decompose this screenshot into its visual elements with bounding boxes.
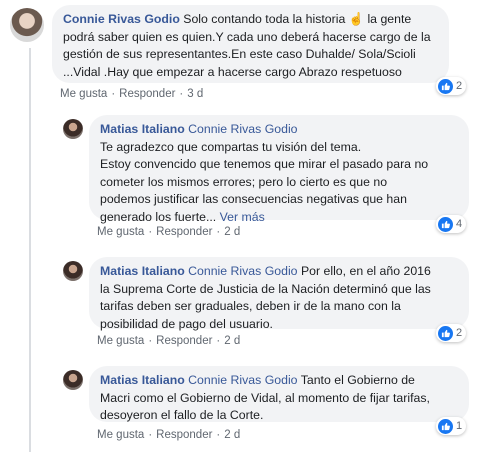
comment-text: tarifas deben ser graduales, deben ir de… (100, 299, 401, 313)
separator: · (216, 429, 221, 441)
comment-text: cometer los mismos errores; pero lo cier… (100, 174, 388, 189)
like-link[interactable]: Me gusta (97, 429, 144, 441)
separator: · (148, 429, 153, 441)
comment-bubble: Matias Italiano Connie Rivas Godio Tanto… (89, 366, 469, 422)
comment-bubble: Matias Italiano Connie Rivas Godio Te ag… (89, 115, 469, 224)
comment-text: Por ello, en el año 2016 (300, 264, 431, 278)
comment-text: la gente (367, 12, 412, 26)
avatar[interactable] (63, 370, 83, 390)
comment-actions: Me gusta · Responder · 3 d (60, 88, 203, 100)
reaction-number: 2 (456, 80, 463, 92)
comment-text: Te agradezco que compartas tu visión del… (100, 139, 362, 154)
reply-link[interactable]: Responder (156, 429, 212, 441)
mention-link[interactable]: Connie Rivas Godio (188, 373, 297, 387)
see-more-link[interactable]: Ver más (220, 210, 265, 224)
comment-text: Estoy convencido que tenemos que mirar e… (100, 157, 429, 171)
comment-bubble: Matias Italiano Connie Rivas Godio Por e… (89, 257, 469, 331)
like-link[interactable]: Me gusta (97, 226, 144, 238)
comment-text: Solo contando toda la historia (183, 12, 346, 26)
comment-text: Tanto el Gobierno de (300, 373, 415, 387)
comment-actions: Me gusta · Responder · 2 d (97, 429, 240, 441)
timestamp[interactable]: 2 d (224, 335, 240, 347)
mention-link[interactable]: Connie Rivas Godio (188, 122, 297, 136)
like-link[interactable]: Me gusta (60, 88, 107, 100)
thumbs-up-icon (438, 216, 453, 232)
avatar[interactable] (10, 8, 44, 42)
comment-author[interactable]: Connie Rivas Godio (63, 12, 180, 26)
comment-bubble: Connie Rivas Godio Solo contando toda la… (52, 5, 449, 83)
reaction-count[interactable]: 1 (436, 417, 467, 435)
timestamp[interactable]: 2 d (224, 429, 240, 441)
reaction-number: 2 (456, 327, 463, 339)
comment-actions: Me gusta · Responder · 2 d (97, 226, 240, 238)
separator: · (216, 226, 221, 238)
comment-text: generado los fuerte... (100, 209, 217, 224)
thread-line (29, 48, 31, 452)
thumbs-up-icon (438, 418, 453, 434)
pointing-up-emoji: ☝ (348, 12, 365, 26)
avatar[interactable] (63, 261, 83, 281)
comment-text: Macri como el Gobierno de Vidal, al mome… (100, 390, 430, 405)
reaction-count[interactable]: 2 (436, 324, 467, 342)
separator: · (111, 88, 116, 100)
reaction-number: 4 (456, 218, 463, 230)
comment-text: desoyeron el fallo de la Corte. (100, 408, 264, 422)
comment-text: podrá saber quien es quien.Y cada uno de… (63, 29, 431, 44)
comment-actions: Me gusta · Responder · 2 d (97, 335, 240, 347)
comment-text: la Suprema Corte de Justicia de la Nació… (100, 281, 431, 296)
comment-author[interactable]: Matias Italiano (100, 122, 185, 136)
separator: · (148, 335, 153, 347)
reply-link[interactable]: Responder (156, 226, 212, 238)
avatar[interactable] (63, 119, 83, 139)
mention-link[interactable]: Connie Rivas Godio (188, 264, 297, 278)
separator: · (179, 88, 184, 100)
comment-author[interactable]: Matias Italiano (100, 264, 185, 278)
reaction-number: 1 (456, 420, 463, 432)
reply-link[interactable]: Responder (119, 88, 175, 100)
timestamp[interactable]: 3 d (187, 88, 203, 100)
separator: · (216, 335, 221, 347)
like-link[interactable]: Me gusta (97, 335, 144, 347)
comment-text: gestión de sus representantes.En este ca… (63, 47, 416, 61)
timestamp[interactable]: 2 d (224, 226, 240, 238)
comment-author[interactable]: Matias Italiano (100, 373, 185, 387)
comment-text: posibilidad de pago del usuario. (100, 316, 273, 331)
thumbs-up-icon (438, 325, 453, 341)
thumbs-up-icon (438, 78, 453, 94)
separator: · (148, 226, 153, 238)
reaction-count[interactable]: 4 (436, 215, 467, 233)
comment-text: podemos justificar las consecuencias neg… (100, 192, 407, 206)
reply-link[interactable]: Responder (156, 335, 212, 347)
comment-text: ...Vidal .Hay que empezar a hacerse carg… (63, 64, 402, 79)
reaction-count[interactable]: 2 (436, 77, 467, 95)
